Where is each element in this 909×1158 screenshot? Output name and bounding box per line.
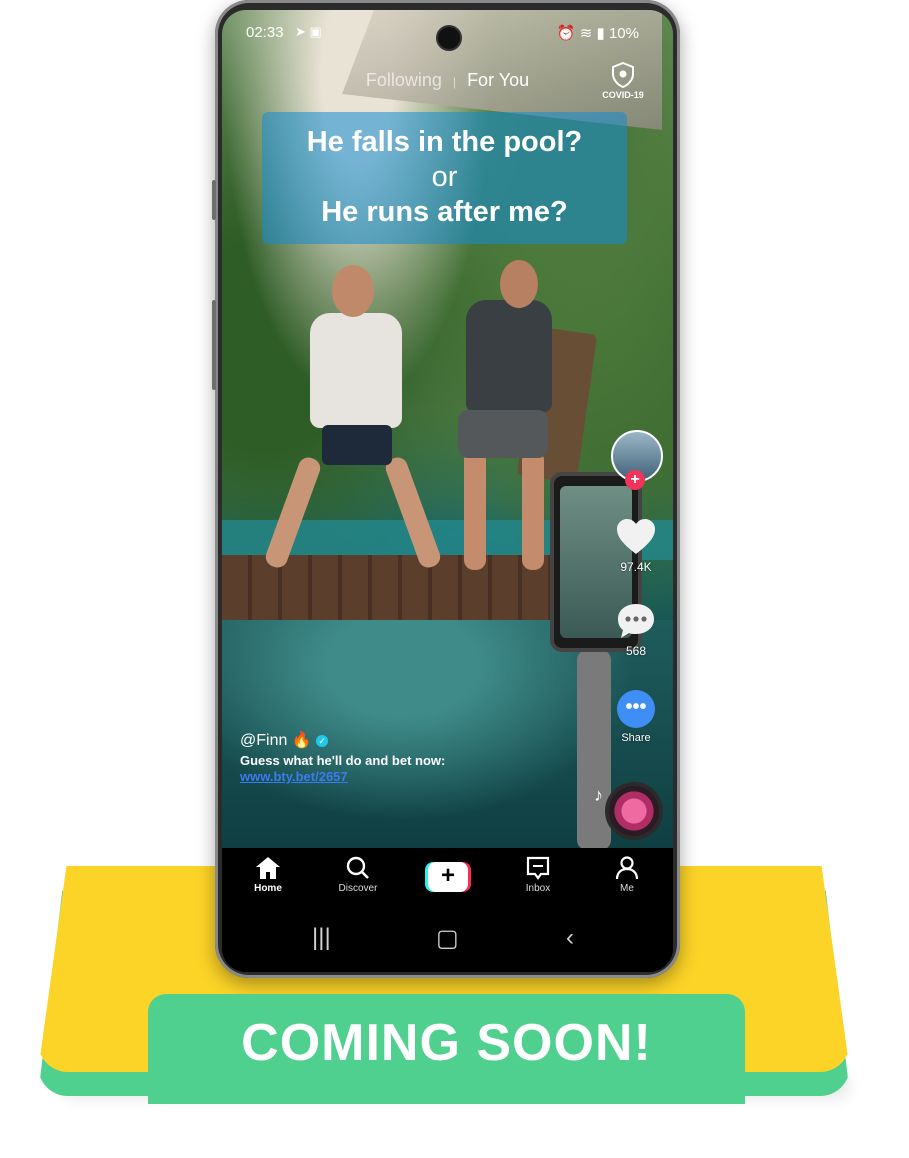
share-label: Share [621, 732, 651, 744]
verified-icon: ✓ [316, 734, 329, 747]
music-note-icon: ♪ [594, 785, 603, 805]
status-time: 02:33 [246, 24, 284, 41]
plus-icon: + [428, 862, 468, 892]
coming-soon-text: COMING SOON! [241, 1014, 652, 1072]
nav-home-label: Home [254, 883, 282, 894]
comment-button[interactable]: 568 [609, 602, 663, 658]
coming-soon-banner: COMING SOON! [148, 994, 745, 1104]
nav-discover[interactable]: Discover [323, 856, 393, 894]
bottom-nav: Home Discover + Inbox Me [222, 848, 673, 910]
fire-icon: 🔥 [291, 732, 312, 749]
tab-for-you[interactable]: For You [467, 70, 529, 90]
like-count: 97.4K [620, 560, 652, 574]
home-system-icon[interactable]: ▢ [436, 924, 459, 953]
system-nav-bar: ||| ▢ ‹ [222, 910, 673, 972]
inbox-icon [526, 856, 550, 880]
battery-level: 10% [608, 25, 639, 42]
caption-line-3: He runs after me? [321, 196, 568, 228]
nav-inbox-label: Inbox [525, 883, 551, 894]
post-link[interactable]: www.bty.bet/2657 [240, 769, 540, 784]
nav-me-label: Me [620, 883, 634, 894]
covid-button[interactable]: COVID-19 [597, 62, 649, 100]
like-button[interactable]: 97.4K [609, 518, 663, 574]
wifi-icon: ≋ [579, 25, 593, 42]
covid-label: COVID-19 [602, 90, 644, 100]
comment-count: 568 [625, 644, 647, 658]
video-caption: He falls in the pool? or He runs after m… [262, 112, 627, 244]
status-right: ⏰ ≋ ▮ 10% [557, 24, 639, 42]
caption-line-2: or [431, 161, 458, 193]
music-disc[interactable] [605, 782, 663, 840]
post-description: Guess what he'll do and bet now: [240, 753, 446, 768]
alarm-icon: ⏰ [556, 25, 576, 42]
tab-following[interactable]: Following [366, 70, 442, 90]
signal-icon: ▮ [596, 25, 605, 42]
phone-screen: He falls in the pool? or He runs after m… [222, 10, 673, 972]
share-button[interactable]: ••• Share [609, 690, 663, 744]
person-white-shirt [262, 265, 444, 575]
create-button[interactable]: + [425, 862, 471, 892]
nav-me[interactable]: Me [592, 856, 662, 894]
back-icon[interactable]: ‹ [566, 924, 574, 952]
tab-separator: | [452, 75, 457, 89]
side-button [212, 300, 216, 390]
recent-apps-icon[interactable]: ||| [312, 924, 331, 952]
post-meta: @Finn 🔥 ✓ Guess what he'll do and bet no… [240, 730, 540, 784]
follow-plus-icon[interactable]: + [625, 470, 645, 490]
post-username[interactable]: @Finn [240, 732, 287, 749]
nav-inbox[interactable]: Inbox [503, 856, 573, 894]
telegram-icon: ➤ ▣ [295, 24, 322, 39]
caption-line-1: He falls in the pool? [306, 126, 583, 158]
shield-icon [612, 62, 634, 88]
share-icon: ••• [617, 690, 655, 728]
post-username-row: @Finn 🔥 ✓ [240, 730, 540, 750]
home-icon [256, 857, 280, 879]
comment-icon [618, 604, 654, 638]
nav-discover-label: Discover [338, 883, 378, 894]
front-camera [436, 25, 462, 51]
person-dark-shirt [452, 260, 562, 580]
heart-icon [617, 519, 655, 554]
nav-home[interactable]: Home [233, 856, 303, 894]
profile-icon [615, 856, 639, 880]
search-icon [346, 856, 369, 879]
volume-button [212, 180, 216, 220]
